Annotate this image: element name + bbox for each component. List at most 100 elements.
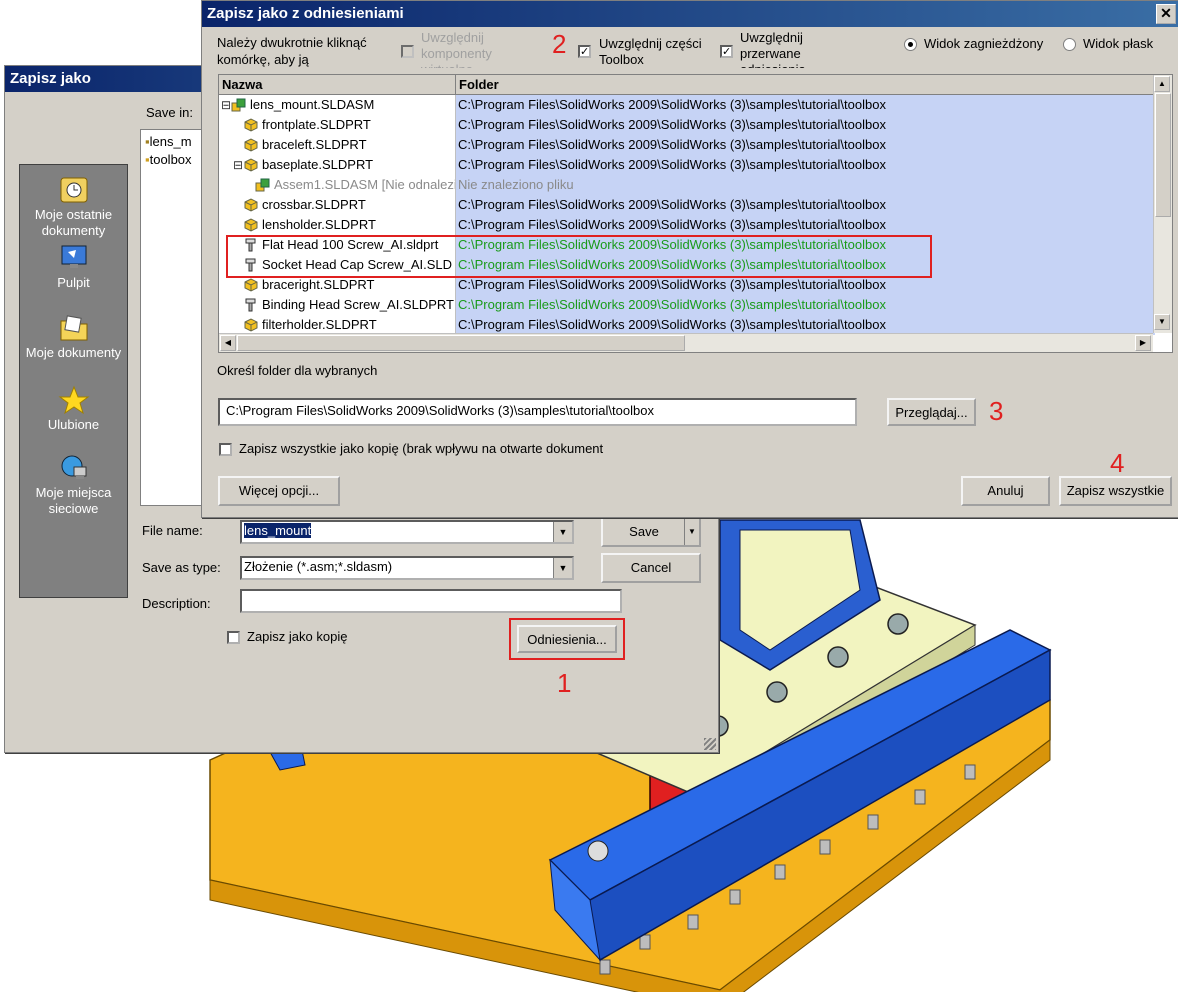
save-all-copy-label: Zapisz wszystkie jako kopię (brak wpływu… — [239, 441, 604, 456]
table-row[interactable]: Assem1.SLDASM [Nie odnalezi Nie znalezion… — [219, 175, 1155, 195]
folder-cell[interactable]: C:\Program Files\SolidWorks 2009\SolidWo… — [456, 135, 1155, 155]
table-row[interactable]: filterholder.SLDPRT C:\Program Files\Soli… — [219, 315, 1155, 335]
missing-assembly-icon — [255, 178, 270, 192]
scroll-right-icon[interactable]: ▶ — [1135, 335, 1151, 351]
scroll-down-icon[interactable]: ▼ — [1154, 314, 1170, 330]
save-in-label: Save in: — [146, 105, 193, 120]
folder-cell[interactable]: C:\Program Files\SolidWorks 2009\SolidWo… — [456, 275, 1155, 295]
save-as-copy-checkbox[interactable] — [227, 631, 240, 644]
place-network-label: Moje miejsca sieciowe — [35, 485, 112, 516]
folder-cell[interactable]: C:\Program Files\SolidWorks 2009\SolidWo… — [456, 115, 1155, 135]
place-recent-label: Moje ostatnie dokumenty — [34, 207, 113, 238]
save-all-copy-checkbox[interactable] — [219, 443, 232, 456]
references-titlebar: Zapisz jako z odniesieniami ✕ — [202, 1, 1178, 27]
scroll-left-icon[interactable]: ◀ — [220, 335, 236, 351]
name-cell[interactable]: Binding Head Screw_AI.SLDPRT — [219, 295, 455, 315]
scroll-up-icon[interactable]: ▲ — [1154, 76, 1170, 92]
folder-path-input[interactable]: C:\Program Files\SolidWorks 2009\SolidWo… — [218, 398, 857, 426]
table-row[interactable]: crossbar.SLDPRT C:\Program Files\SolidWor… — [219, 195, 1155, 215]
cancel-button[interactable]: Cancel — [601, 553, 701, 583]
include-broken-checkbox[interactable]: ✓ — [720, 45, 733, 58]
resize-grip-icon[interactable] — [704, 738, 716, 750]
folder-label-text: Określ folder dla wybranych — [217, 363, 378, 378]
name-cell[interactable]: crossbar.SLDPRT — [219, 195, 455, 215]
save-as-type-select[interactable]: Złożenie (*.asm;*.sldasm) ▼ — [240, 556, 574, 580]
chevron-down-icon[interactable]: ▼ — [553, 522, 572, 542]
view-nested-radio[interactable] — [904, 38, 917, 51]
view-flat-label: Widok płask — [1083, 36, 1154, 51]
folder-cell[interactable]: C:\Program Files\SolidWorks 2009\SolidWo… — [456, 295, 1155, 315]
table-row[interactable]: ⊟ baseplate.SLDPRT C:\Program Files\SolidW… — [219, 155, 1155, 175]
radio-selected-dot — [908, 42, 913, 47]
folder-cell[interactable]: C:\Program Files\SolidWorks 2009\SolidWo… — [456, 95, 1155, 115]
name-cell[interactable]: braceright.SLDPRT — [219, 275, 455, 295]
include-toolbox-checkbox[interactable]: ✓ — [578, 45, 591, 58]
row-name: Binding Head Screw_AI.SLDPRT — [262, 297, 454, 312]
annotation-number-2: 2 — [552, 29, 567, 59]
part-icon — [244, 278, 258, 292]
folder-cell[interactable]: C:\Program Files\SolidWorks 2009\SolidWo… — [456, 195, 1155, 215]
name-cell[interactable]: frontplate.SLDPRT — [219, 115, 455, 135]
hscroll-thumb[interactable] — [237, 335, 685, 351]
cancel-references-label: Anuluj — [987, 483, 1024, 498]
file-name-input[interactable]: lens_mount ▼ — [240, 520, 574, 544]
annotation-number-3: 3 — [989, 396, 1004, 426]
table-row[interactable]: braceright.SLDPRT C:\Program Files\SolidW… — [219, 275, 1155, 295]
folder-cell[interactable]: Nie znaleziono pliku — [456, 175, 1155, 195]
vertical-scrollbar[interactable]: ▲ ▼ — [1153, 75, 1172, 333]
include-virtual-label: Uwzględnij komponenty wirtualne — [421, 30, 531, 68]
part-icon — [244, 118, 258, 132]
folder-cell[interactable]: C:\Program Files\SolidWorks 2009\SolidWo… — [456, 315, 1155, 335]
references-table[interactable]: Nazwa Folder ⊟ lens_mount.SLDASM C:\Progra… — [218, 74, 1173, 353]
place-recent-documents[interactable]: Moje ostatnie dokumenty — [20, 175, 127, 239]
save-all-button[interactable]: Zapisz wszystkie — [1059, 476, 1172, 506]
save-all-label: Zapisz wszystkie — [1066, 483, 1165, 498]
table-row[interactable]: ⊟ lens_mount.SLDASM C:\Program Files\Solid… — [219, 95, 1155, 115]
column-header-name[interactable]: Nazwa — [219, 75, 456, 95]
place-my-documents[interactable]: Moje dokumenty — [20, 313, 127, 361]
collapse-icon[interactable]: ⊟ — [221, 95, 231, 115]
name-cell[interactable]: Assem1.SLDASM [Nie odnalezi — [219, 175, 455, 195]
place-favorites[interactable]: Ulubione — [20, 385, 127, 433]
name-cell[interactable]: filterholder.SLDPRT — [219, 315, 455, 335]
table-row[interactable]: frontplate.SLDPRT C:\Program Files\SolidW… — [219, 115, 1155, 135]
chevron-down-icon[interactable]: ▼ — [553, 558, 572, 578]
more-options-button[interactable]: Więcej opcji... — [218, 476, 340, 506]
browse-button[interactable]: Przeglądaj... — [887, 398, 976, 426]
save-button[interactable]: Save ▼ — [601, 517, 701, 547]
row-name: baseplate.SLDPRT — [262, 157, 374, 172]
scroll-thumb[interactable] — [1155, 93, 1171, 217]
folder-cell[interactable]: C:\Program Files\SolidWorks 2009\SolidWo… — [456, 215, 1155, 235]
table-row[interactable]: Binding Head Screw_AI.SLDPRT C:\Program F… — [219, 295, 1155, 315]
column-header-folder[interactable]: Folder — [456, 75, 1153, 95]
close-icon[interactable]: ✕ — [1156, 4, 1176, 24]
collapse-icon[interactable]: ⊟ — [233, 155, 243, 175]
place-network[interactable]: Moje miejsca sieciowe — [20, 453, 127, 517]
references-title: Zapisz jako z odniesieniami — [207, 5, 404, 22]
part-icon — [244, 318, 258, 332]
annotation-number-4: 4 — [1110, 448, 1125, 478]
desktop-icon — [61, 245, 86, 268]
row-name: braceright.SLDPRT — [262, 277, 375, 292]
table-row[interactable]: lensholder.SLDPRT C:\Program Files\SolidW… — [219, 215, 1155, 235]
file-name-label: File name: — [142, 523, 203, 538]
annotation-box-references — [509, 618, 625, 660]
description-input[interactable] — [240, 589, 622, 613]
file-item-lens-mount[interactable]: ▪lens_m — [145, 134, 192, 149]
horizontal-scrollbar[interactable]: ◀ ▶ — [219, 333, 1153, 352]
save-dropdown-icon[interactable]: ▼ — [684, 519, 699, 545]
browse-button-label: Przeglądaj... — [895, 405, 968, 420]
name-cell[interactable]: lensholder.SLDPRT — [219, 215, 455, 235]
include-virtual-checkbox — [401, 45, 414, 58]
name-cell[interactable]: ⊟ baseplate.SLDPRT — [219, 155, 455, 175]
folder-cell[interactable]: C:\Program Files\SolidWorks 2009\SolidWo… — [456, 155, 1155, 175]
name-cell[interactable]: braceleft.SLDPRT — [219, 135, 455, 155]
file-item-toolbox[interactable]: ▪toolbox — [145, 152, 192, 167]
cancel-references-button[interactable]: Anuluj — [961, 476, 1050, 506]
file-item-label: lens_m — [149, 134, 192, 149]
view-flat-radio[interactable] — [1063, 38, 1076, 51]
table-row[interactable]: braceleft.SLDPRT C:\Program Files\SolidWo… — [219, 135, 1155, 155]
description-label: Description: — [142, 596, 211, 611]
name-cell[interactable]: ⊟ lens_mount.SLDASM — [219, 95, 455, 115]
place-desktop[interactable]: Pulpit — [20, 243, 127, 291]
